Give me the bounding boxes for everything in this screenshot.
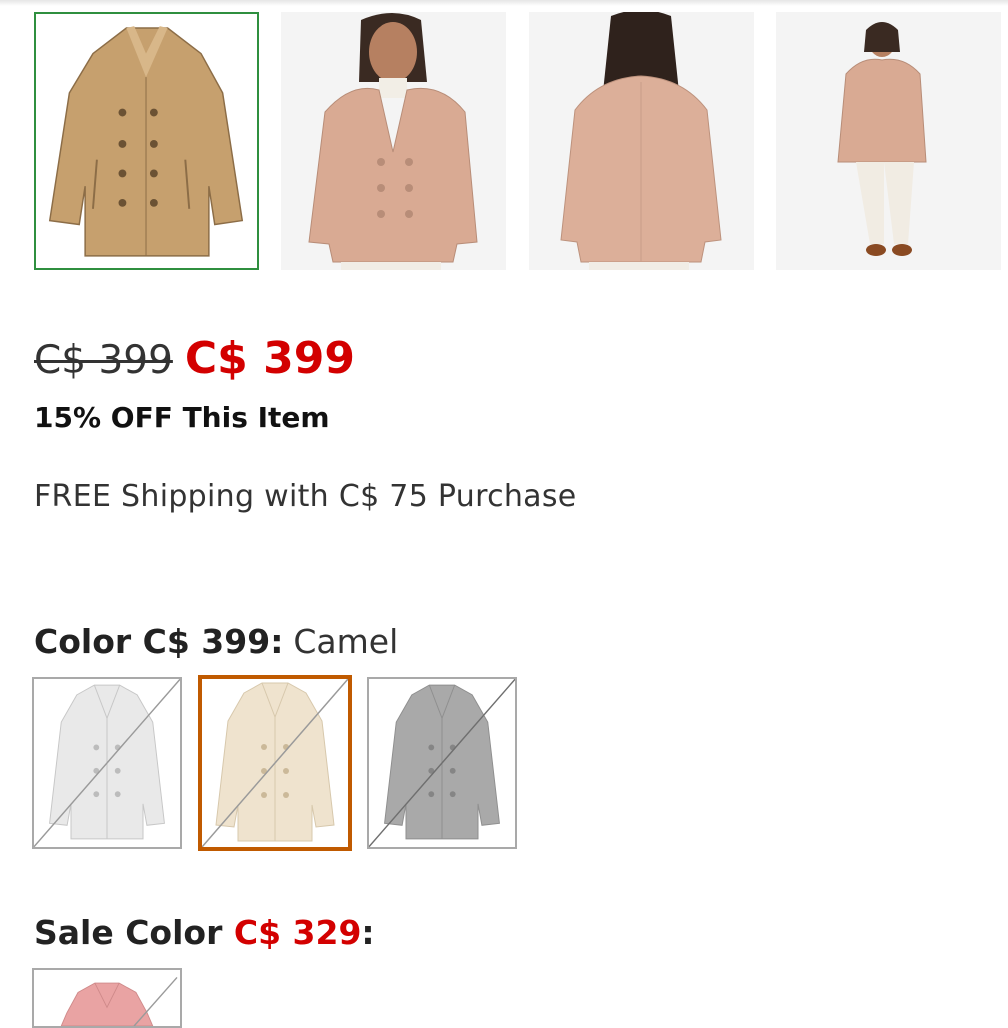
current-price: C$ 399 bbox=[184, 333, 355, 384]
coat-charcoal-image bbox=[369, 679, 515, 847]
color-heading: Color C$ 399: Camel bbox=[34, 622, 398, 661]
color-swatch-charcoal[interactable] bbox=[367, 677, 517, 849]
price-row: C$ 399 C$ 399 bbox=[34, 333, 355, 393]
model-front-image bbox=[281, 12, 506, 270]
sale-price: C$ 329 bbox=[233, 913, 362, 952]
discount-text: 15% OFF This Item bbox=[34, 401, 330, 434]
selected-color-name: Camel bbox=[293, 622, 399, 661]
color-swatch-camel[interactable] bbox=[198, 675, 352, 851]
coat-flat-image bbox=[36, 14, 257, 268]
sale-color-heading: Sale Color C$ 329: bbox=[34, 913, 375, 952]
image-gallery bbox=[34, 12, 1001, 270]
top-shadow bbox=[0, 0, 1008, 6]
sale-color-label: Sale Color bbox=[34, 913, 234, 952]
original-price: C$ 399 bbox=[34, 338, 173, 383]
model-full-image bbox=[776, 12, 1001, 270]
color-label: Color C$ 399: bbox=[34, 622, 284, 661]
thumbnail-model-back[interactable] bbox=[529, 12, 754, 270]
coat-red-image bbox=[37, 970, 178, 1026]
coat-camel-image bbox=[202, 679, 348, 847]
shipping-text: FREE Shipping with C$ 75 Purchase bbox=[34, 479, 577, 514]
thumbnail-model-full[interactable] bbox=[776, 12, 1001, 270]
sale-suffix: : bbox=[361, 913, 375, 952]
model-back-image bbox=[529, 12, 754, 270]
color-swatch-red[interactable] bbox=[32, 968, 182, 1028]
coat-light-gray-image bbox=[34, 679, 180, 847]
thumbnail-model-front[interactable] bbox=[281, 12, 506, 270]
thumbnail-product-flat[interactable] bbox=[34, 12, 259, 270]
color-swatch-light-gray[interactable] bbox=[32, 677, 182, 849]
